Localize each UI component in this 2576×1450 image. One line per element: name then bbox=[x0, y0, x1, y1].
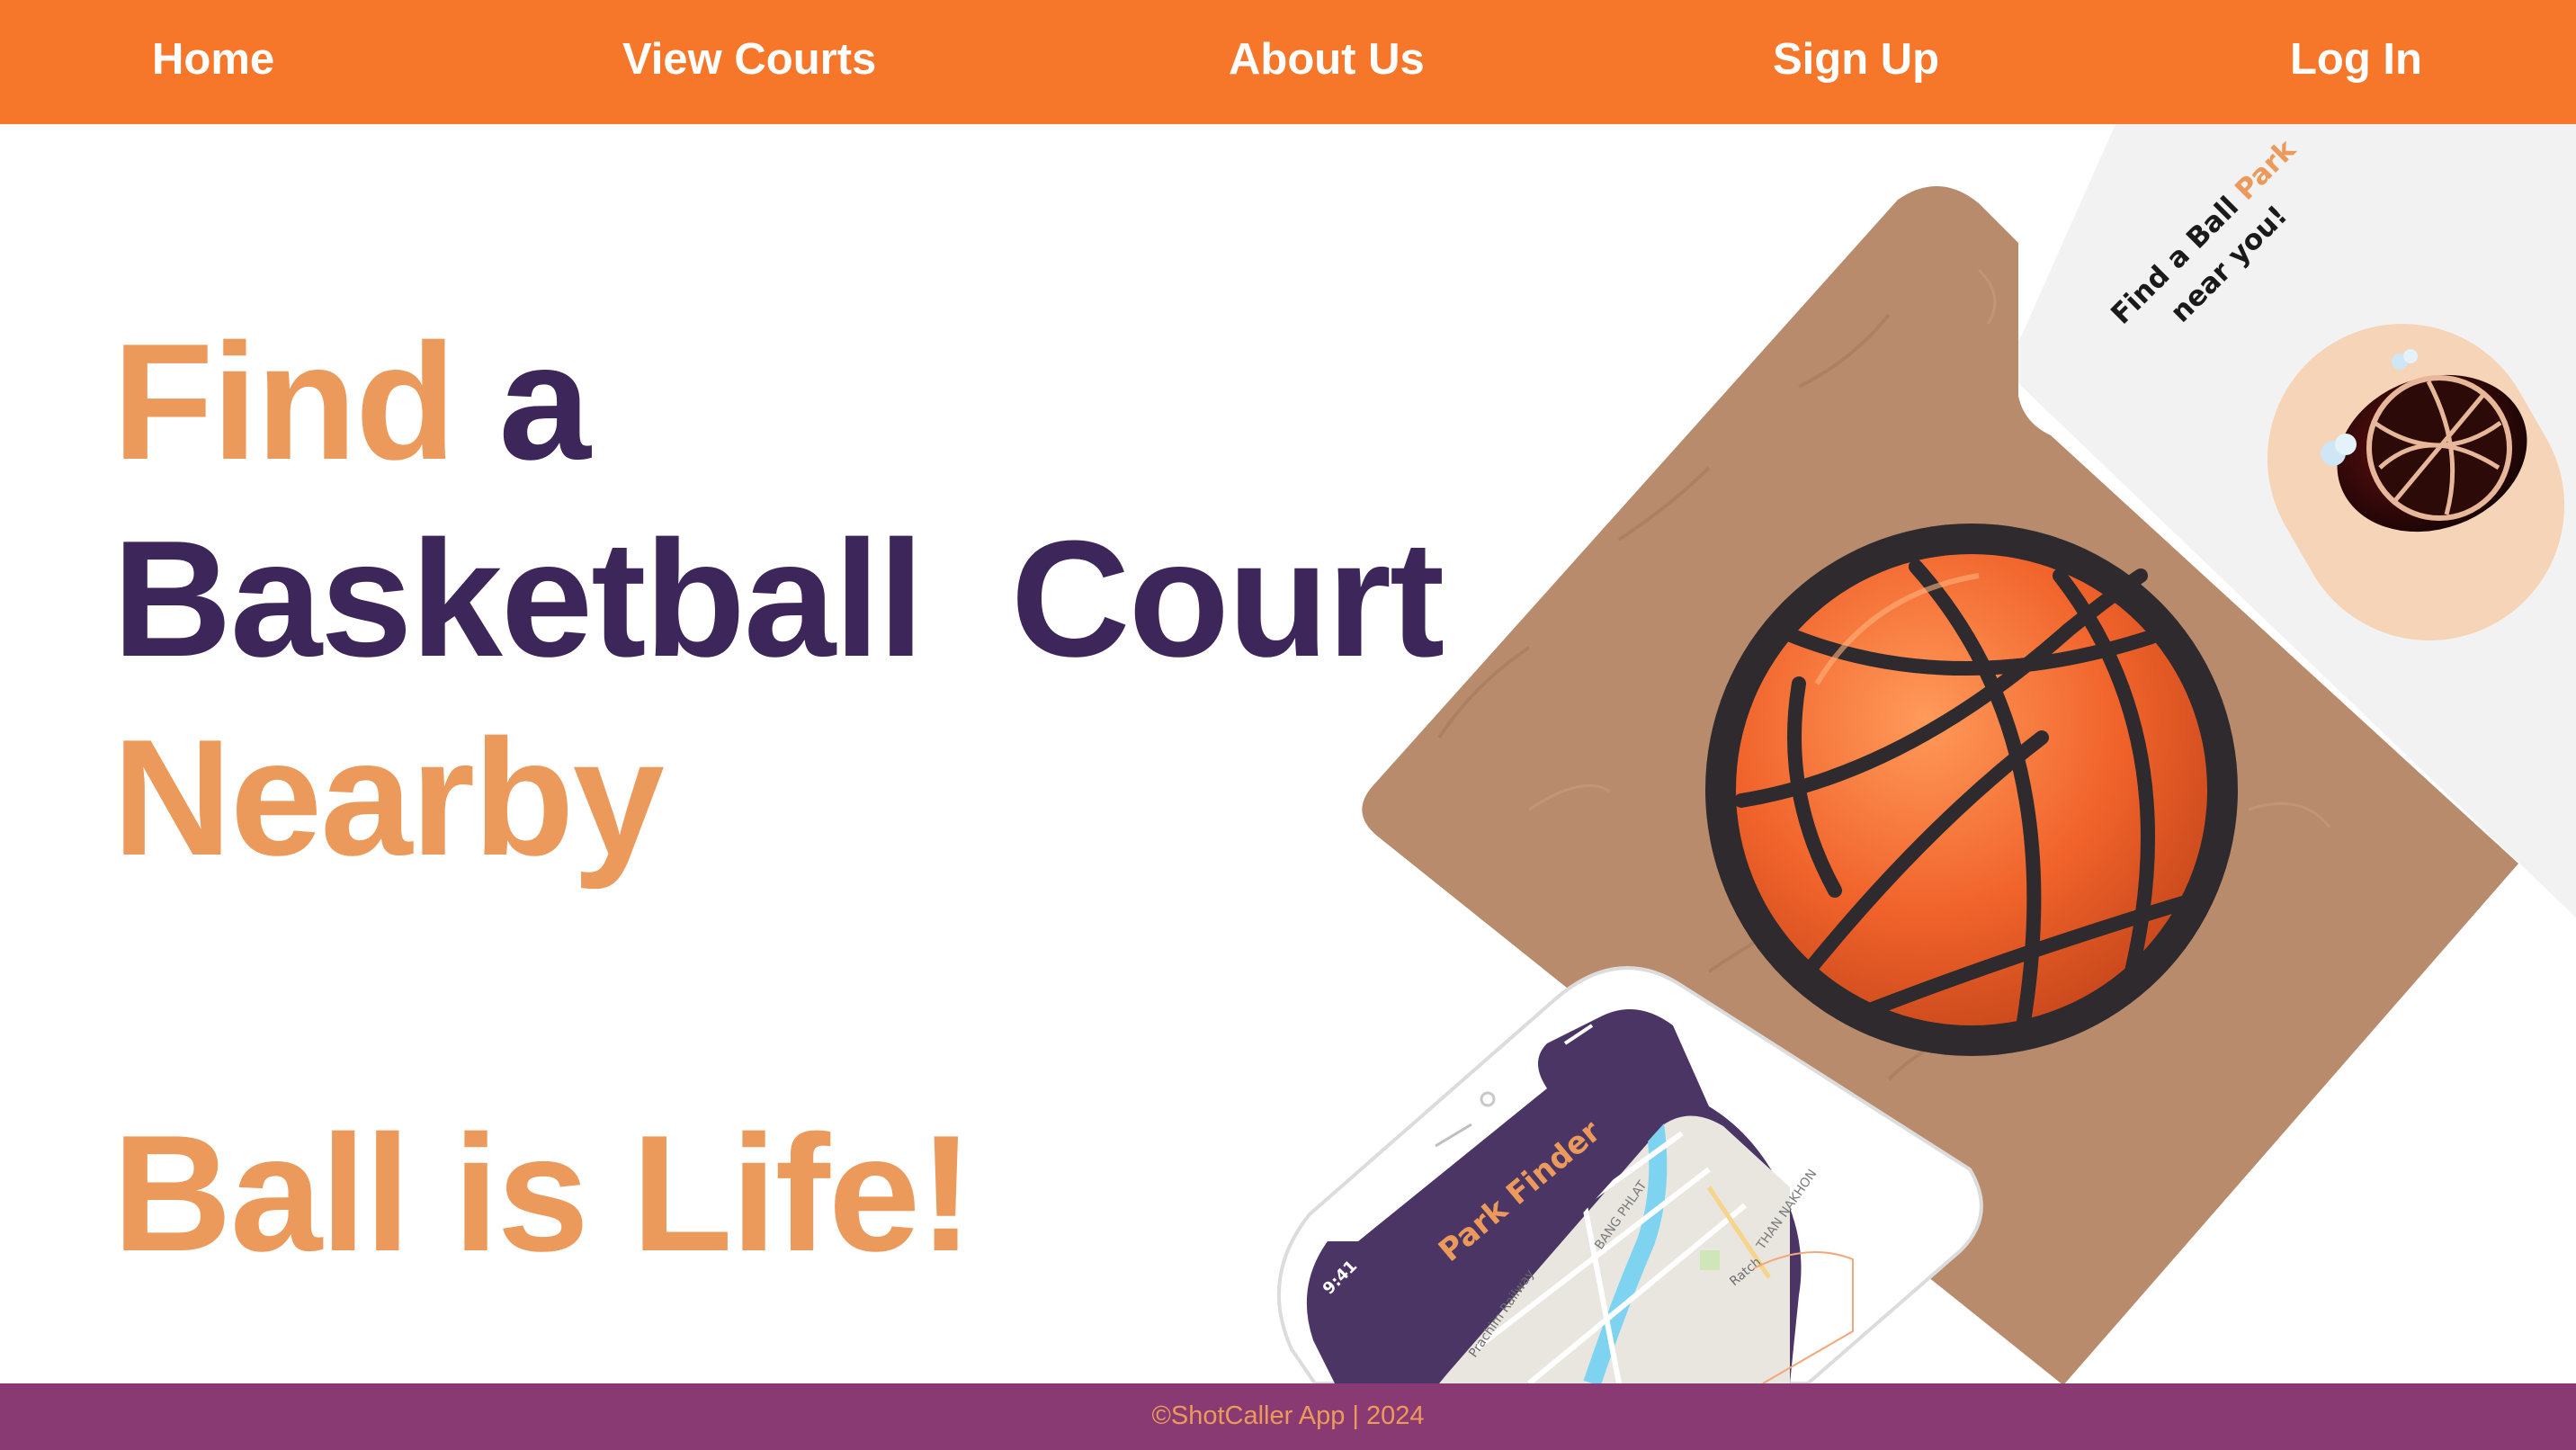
nav-home-link[interactable]: Home bbox=[152, 32, 274, 86]
nav-sign-up-link[interactable]: Sign Up bbox=[1773, 32, 1939, 86]
hero-headline-line3: Nearby bbox=[112, 704, 665, 890]
footer-copyright: ©ShotCaller App | 2024 bbox=[1151, 1401, 1425, 1430]
hero-word-find: Find bbox=[112, 309, 456, 494]
nav-about-us-link[interactable]: About Us bbox=[1229, 32, 1425, 86]
hero-tagline: Ball is Life! bbox=[112, 1100, 974, 1285]
top-nav: Home View Courts About Us Sign Up Log In bbox=[0, 0, 2576, 124]
nav-view-courts-link[interactable]: View Courts bbox=[622, 32, 876, 86]
footer: ©ShotCaller App | 2024 bbox=[0, 1383, 2576, 1450]
basketball-illustration bbox=[1705, 524, 2238, 1056]
hero-headline-line1: Find a bbox=[112, 309, 591, 494]
nav-log-in-link[interactable]: Log In bbox=[2290, 32, 2422, 86]
hero-word-a: a bbox=[498, 309, 590, 494]
hero-headline-line2: Basketball Court bbox=[112, 506, 1445, 691]
